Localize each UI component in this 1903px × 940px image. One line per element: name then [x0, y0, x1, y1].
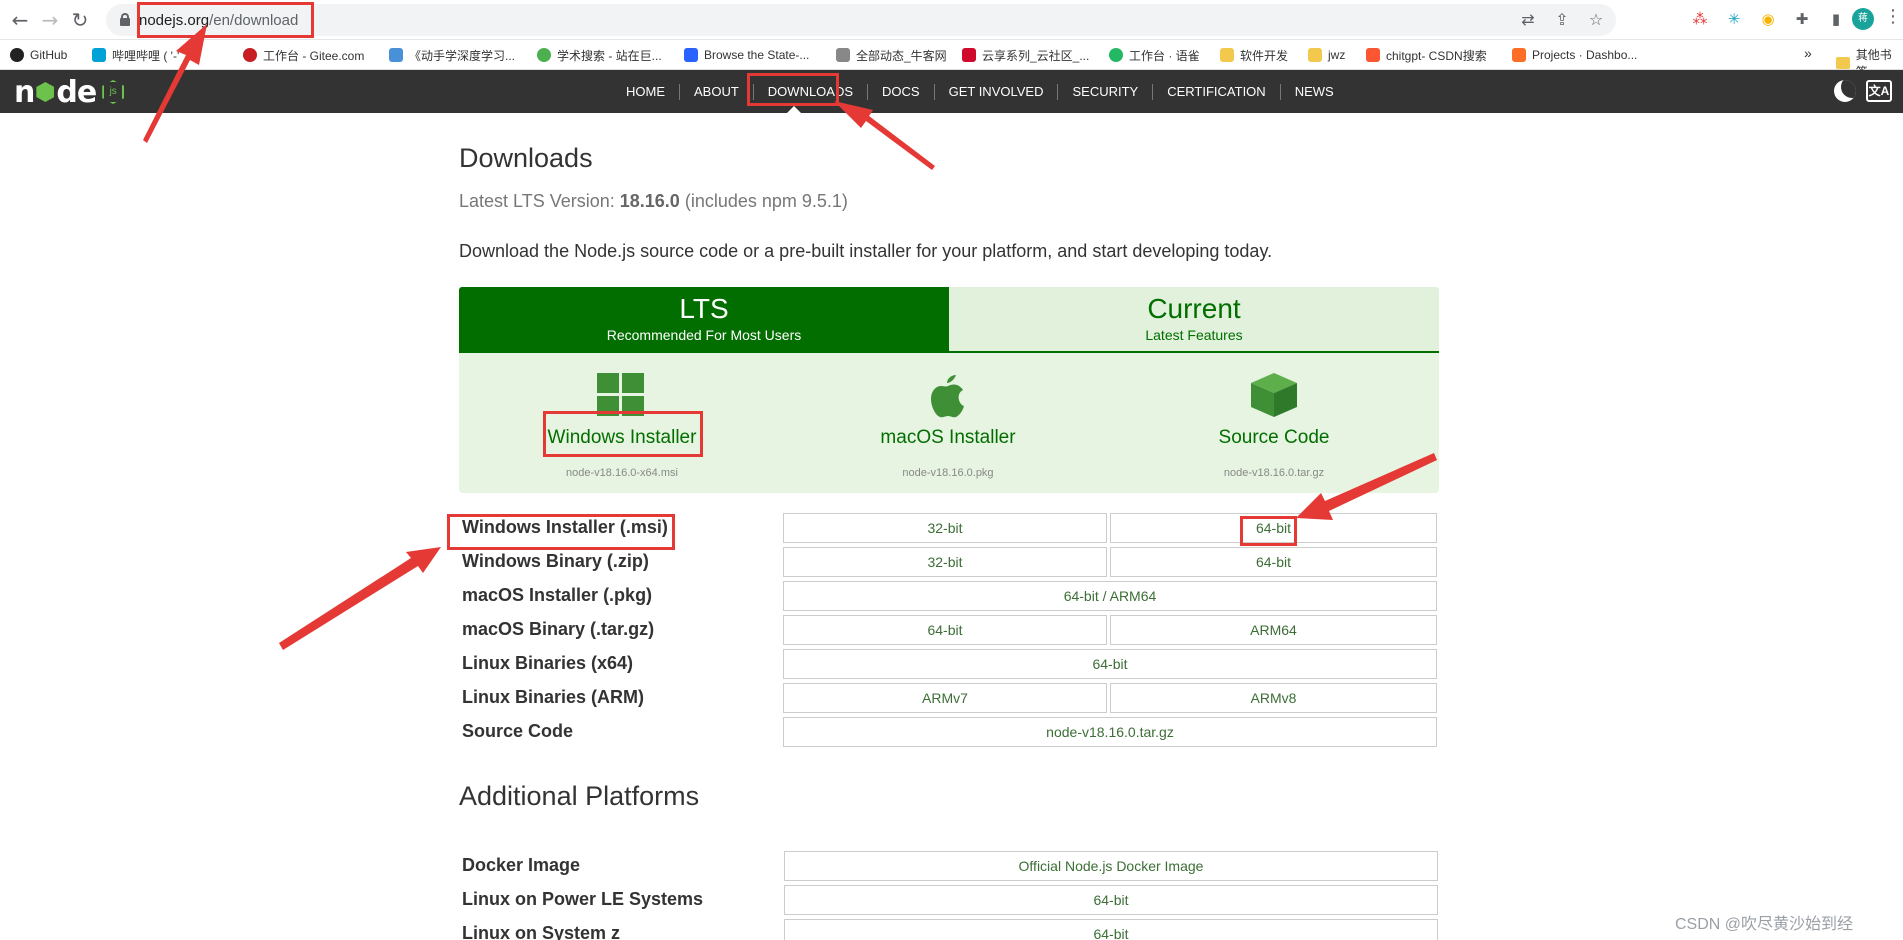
arrow-to-url [143, 24, 207, 143]
annotation-arrows [143, 24, 1437, 650]
arrow-to-64bit [1296, 453, 1437, 520]
watermark: CSDN @吹尽黄沙始到经 [1675, 916, 1854, 933]
screenshot-root: ← → ↻ nodejs.org/en/download ⇄ ⇪ ☆ ⁂ ✳ ◉… [0, 0, 1903, 940]
arrow-to-downloads [834, 101, 935, 170]
arrow-to-msi-row [279, 547, 441, 650]
